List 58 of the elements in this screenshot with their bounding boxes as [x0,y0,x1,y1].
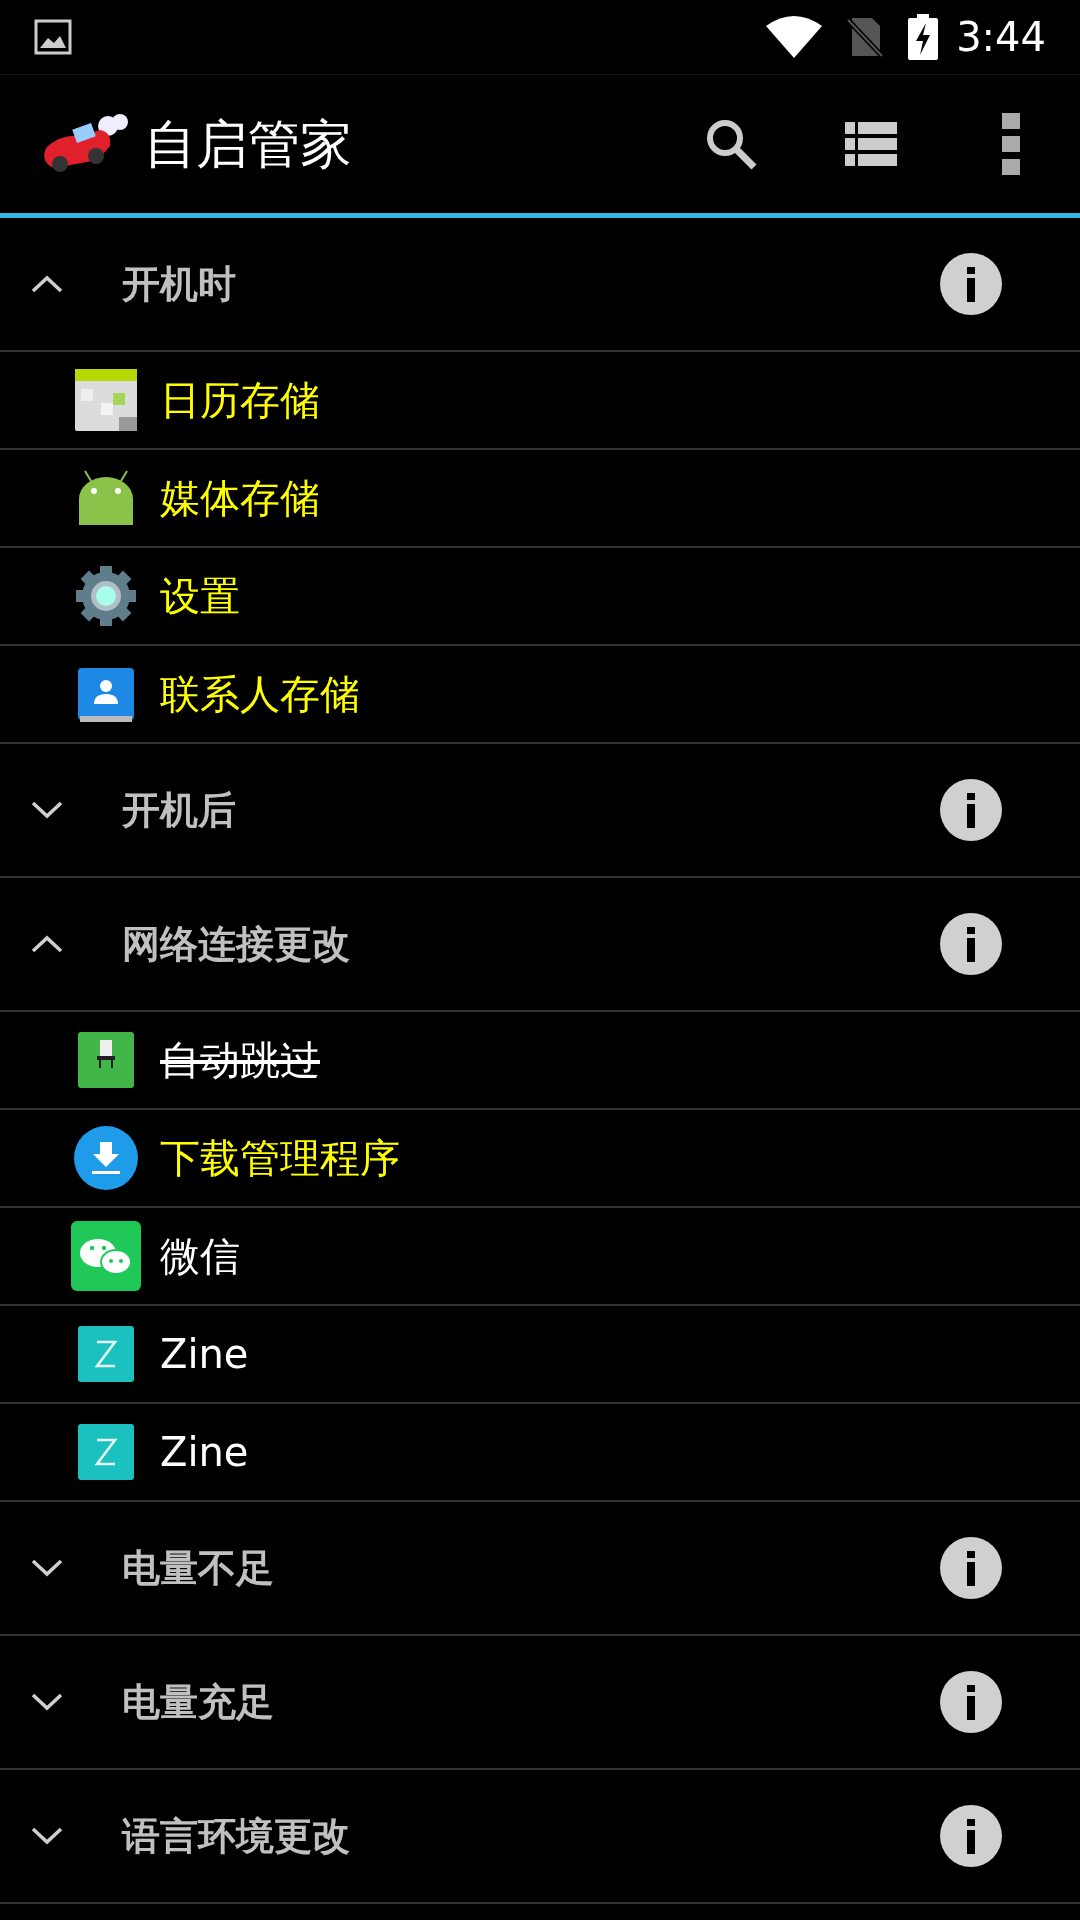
group-title: 电量充足 [122,1678,274,1726]
app-name: 日历存储 [160,376,320,425]
group-header[interactable]: 电量充足 [0,1636,1080,1770]
app-name: 微信 [160,1232,240,1281]
wifi-icon [766,16,823,58]
app-row[interactable]: 设置 [0,548,1080,646]
list-icon [845,122,897,166]
group-header[interactable]: 开机后 [0,744,1080,878]
group-title: 网络连接更改 [122,920,350,968]
chevron-down-icon [30,1692,64,1712]
app-row[interactable]: 媒体存储 [0,450,1080,548]
status-time: 3:44 [956,13,1046,62]
download-icon [74,1126,138,1190]
app-name: 设置 [160,572,240,621]
group-title: 语言环境更改 [122,1812,350,1860]
calendar-icon [75,369,137,431]
app-name: 联系人存储 [160,670,360,719]
app-name: Zine [160,1330,249,1379]
chat-icon [71,1221,141,1291]
chevron-up-icon [30,274,64,294]
app-name: 下载管理程序 [160,1134,400,1183]
app-name: 媒体存储 [160,474,320,523]
app-row[interactable]: 下载管理程序 [0,1110,1080,1208]
search-icon [704,117,758,171]
android-icon [77,469,135,527]
no-sim-icon [846,16,885,58]
app-row[interactable]: Zine [0,1404,1080,1502]
info-icon[interactable] [940,253,1002,315]
contacts-icon [78,666,134,722]
group-title: 电量不足 [122,1544,274,1592]
chevron-down-icon [30,1826,64,1846]
info-icon[interactable] [940,913,1002,975]
app-name: 自动跳过 [160,1036,320,1085]
group-header[interactable]: 语言环境更改 [0,1770,1080,1904]
letter-tile-icon [78,1424,134,1480]
group-title: 开机时 [122,260,236,308]
gear-icon [75,565,137,627]
group-header[interactable]: 网络连接更改 [0,878,1080,1012]
letter-tile-icon [78,1326,134,1382]
info-icon[interactable] [940,1805,1002,1867]
info-icon[interactable] [940,1537,1002,1599]
info-icon[interactable] [940,779,1002,841]
group-title: 开机后 [122,786,236,834]
chevron-up-icon [30,934,64,954]
image-notification-icon [34,19,72,55]
app-name: Zine [160,1428,249,1477]
group-header[interactable]: 开机时 [0,218,1080,352]
app-row[interactable]: 联系人存储 [0,646,1080,744]
app-row[interactable]: 微信 [0,1208,1080,1306]
app-row[interactable]: Zine [0,1306,1080,1404]
battery-charging-icon [908,14,939,60]
app-title: 自启管家 [144,113,352,176]
more-icon [1002,113,1020,175]
app-row[interactable]: 日历存储 [0,352,1080,450]
group-header[interactable]: 电量不足 [0,1502,1080,1636]
chevron-down-icon [30,1558,64,1578]
info-icon[interactable] [940,1671,1002,1733]
chevron-down-icon [30,800,64,820]
